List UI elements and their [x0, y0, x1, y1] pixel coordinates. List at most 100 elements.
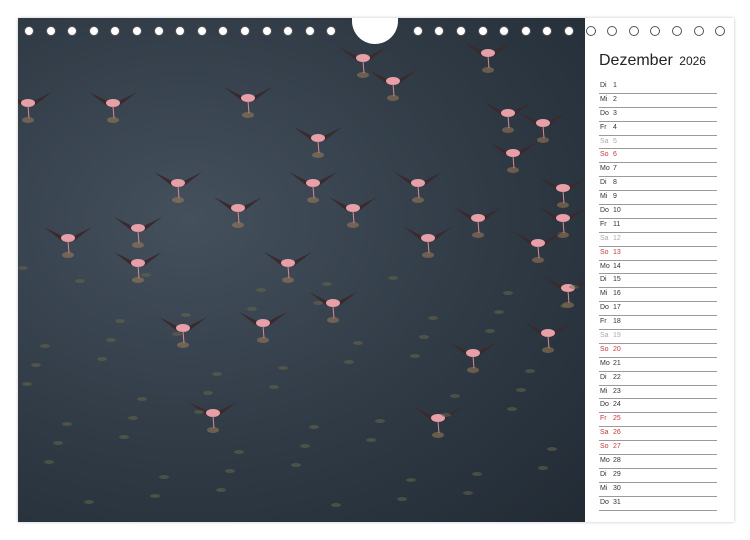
flamingo-figure — [524, 322, 572, 353]
water-splash — [428, 316, 438, 320]
day-number: 11 — [613, 220, 621, 228]
day-row: Mo 21 — [599, 358, 717, 372]
binding-ring — [67, 26, 78, 36]
flamingo-figure — [309, 292, 357, 323]
day-weekday: Sa — [600, 137, 609, 145]
binding-ring — [24, 26, 34, 36]
day-weekday: Di — [600, 470, 607, 478]
binding-ring — [693, 26, 704, 36]
day-weekday: Sa — [600, 429, 609, 437]
day-weekday: Sa — [600, 234, 609, 242]
flamingo-figure — [18, 92, 52, 123]
water-splash — [353, 341, 363, 345]
flamingo-flock-image — [18, 42, 585, 507]
water-splash — [441, 413, 451, 417]
day-row: Di 22 — [599, 372, 717, 386]
day-weekday: Fr — [600, 220, 607, 228]
flamingo-figure — [114, 217, 162, 248]
binding-ring — [434, 26, 445, 36]
water-splash — [53, 441, 63, 445]
water-splash — [547, 447, 557, 451]
water-splash — [516, 388, 526, 392]
flamingo-figure — [414, 407, 462, 438]
day-number: 16 — [613, 290, 621, 298]
water-splash — [366, 438, 376, 442]
month-name: Dezember — [599, 52, 673, 69]
day-number: 23 — [613, 387, 621, 395]
day-number: 14 — [613, 262, 621, 270]
day-weekday: Mo — [600, 457, 610, 465]
flamingo-figure — [224, 87, 272, 118]
binding-ring — [240, 26, 250, 36]
binding-ring — [45, 26, 56, 36]
day-number: 3 — [613, 109, 617, 117]
month-heading: Dezember 2026 — [599, 52, 706, 70]
day-row: So 6 — [599, 149, 717, 164]
water-splash — [388, 276, 398, 280]
day-row: So 20 — [599, 344, 717, 358]
water-splash — [141, 273, 151, 277]
day-number: 18 — [613, 318, 621, 326]
day-number: 4 — [613, 123, 617, 131]
day-number: 5 — [613, 137, 617, 145]
day-number: 20 — [613, 345, 621, 353]
binding-ring — [564, 26, 574, 36]
flamingo-figure — [289, 172, 337, 203]
day-row: Fr 4 — [599, 122, 717, 136]
calendar-panel: Dezember 2026 Di 1 Mi 2 Do 3 Fr 4 Sa 5 So 6 Mo 7 Di 8 Mi… — [585, 18, 734, 522]
binding-ring — [326, 26, 337, 36]
day-row: Do 3 — [599, 108, 717, 122]
water-splash — [313, 301, 323, 305]
day-number: 19 — [613, 332, 621, 340]
day-number: 9 — [613, 193, 617, 201]
water-splash — [203, 391, 213, 395]
flamingo-figure — [44, 227, 92, 258]
day-row: Di 29 — [599, 469, 717, 483]
day-weekday: Sa — [600, 332, 609, 340]
water-splash — [410, 354, 420, 358]
day-number: 24 — [613, 401, 621, 409]
binding-ring — [715, 26, 726, 36]
water-splash — [331, 503, 341, 507]
day-weekday: Mi — [600, 290, 608, 298]
day-number: 27 — [613, 443, 621, 451]
day-weekday: So — [600, 345, 609, 353]
flamingo-figure — [159, 317, 207, 348]
water-splash — [137, 397, 147, 401]
day-row: Mo 28 — [599, 455, 717, 469]
day-number: 21 — [613, 359, 621, 367]
flamingo-photo — [18, 18, 585, 522]
day-number: 10 — [613, 207, 621, 215]
water-splash — [119, 435, 129, 439]
day-row: Sa 12 — [599, 233, 717, 247]
day-weekday: Fr — [600, 123, 607, 131]
binding-ring — [542, 26, 553, 36]
flamingo-figure — [89, 92, 137, 123]
day-number: 7 — [613, 165, 617, 173]
flamingo-figure — [239, 312, 287, 343]
flamingo-figure — [454, 207, 502, 238]
flamingo-figure — [514, 232, 562, 263]
water-splash — [538, 466, 548, 470]
day-row: Mi 16 — [599, 288, 717, 303]
day-number: 1 — [613, 82, 617, 89]
water-splash — [525, 369, 535, 373]
binding-ring — [672, 26, 682, 36]
water-splash — [18, 266, 28, 270]
flamingo-figure — [189, 402, 237, 433]
day-row: Di 8 — [599, 177, 717, 192]
water-splash — [494, 310, 504, 314]
day-weekday: Di — [600, 82, 607, 89]
day-weekday: Mi — [600, 484, 608, 492]
day-weekday: Mo — [600, 359, 610, 367]
water-splash — [247, 307, 257, 311]
water-splash — [463, 491, 473, 495]
flamingo-figure — [339, 47, 387, 78]
day-weekday: So — [600, 248, 609, 256]
flamingo-figure — [449, 342, 497, 373]
water-splash — [419, 335, 429, 339]
water-splash — [485, 329, 495, 333]
water-splash — [172, 332, 182, 336]
flamingo-figure — [264, 252, 312, 283]
day-row: Sa 19 — [599, 330, 717, 344]
